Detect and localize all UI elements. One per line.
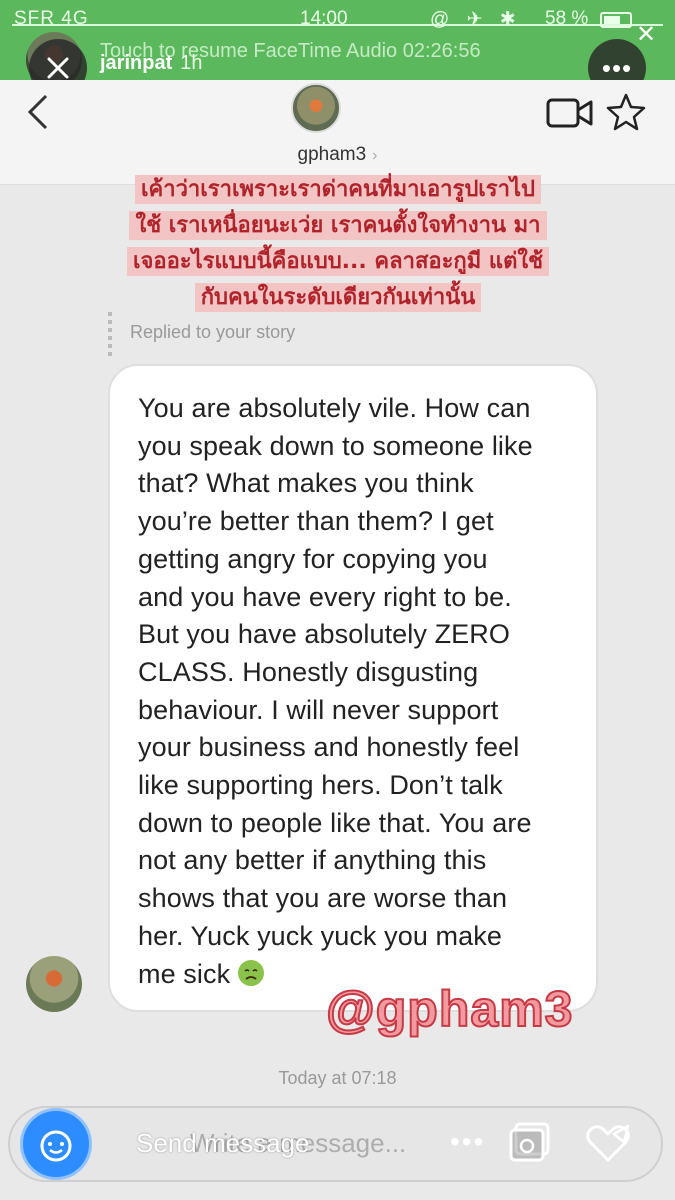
gallery-icon[interactable] [508,1122,552,1162]
caption-line: เค้าว่าเราเพราะเราด่าคนที่มาเอารูปเราไป [134,175,542,204]
thread-header: gpham3 › [0,80,675,185]
message-line: getting angry for copying you [138,543,488,574]
heart-icon[interactable] [584,1122,632,1164]
facetime-status-bar[interactable]: SFR 4G 14:00 @ ✈ ✱ 58 % Touch to resume … [0,0,675,88]
camera-button[interactable] [20,1108,92,1180]
message-line: behaviour. I will never support [138,694,499,725]
thread-username[interactable]: gpham3 [298,144,367,165]
thread-avatar[interactable] [291,83,341,133]
caption-line: เจออะไรแบบนี้คือแบบ... คลาสอะกูมี แต่ใช้ [126,247,550,276]
message-line: shows that you are worse than [138,883,508,914]
chevron-right-icon: › [372,147,378,164]
story-username[interactable]: jarinpat [100,52,172,74]
message-line: down to people like that. You are [138,807,532,838]
sender-avatar[interactable] [26,956,82,1012]
more-dots-icon[interactable]: ••• [450,1126,485,1158]
message-line: that? What makes you think [138,468,474,499]
reply-indicator [108,312,112,356]
status-icons: @ ✈ ✱ [430,9,522,30]
small-close-icon[interactable]: ✕ [636,20,656,49]
replied-label: Replied to your story [130,322,296,342]
message-text: You are absolutely vile. How can you spe… [138,390,570,993]
story-header[interactable]: jarinpat 1h [100,52,203,75]
close-icon [47,57,69,79]
camera-icon [40,1130,72,1162]
message-line: me sick [138,958,231,989]
message-line: But you have absolutely ZERO [138,619,510,650]
message-line: and you have every right to be. [138,581,512,612]
caption-line: ใช้ เราเหนื่อยนะเว่ย เราคนตั้งใจทำงาน มา [129,211,547,240]
clock: 14:00 [300,8,348,29]
message-line: not any better if anything this [138,845,487,876]
nauseated-face-icon [237,959,264,986]
battery-percent: 58 % [545,8,589,29]
message-line: your business and honestly feel [138,732,520,763]
message-line: you speak down to someone like [138,430,533,461]
strike-line [12,24,663,26]
nauseated-face-icon [238,961,263,986]
video-call-icon[interactable] [546,96,594,130]
thread-title[interactable]: gpham3 › [0,144,675,166]
back-arrow-icon[interactable] [24,94,52,130]
message-bubble[interactable]: You are absolutely vile. How can you spe… [108,364,598,1012]
system-status-row: SFR 4G 14:00 @ ✈ ✱ 58 % [0,6,675,32]
message-line: her. Yuck yuck yuck you make [138,920,502,951]
star-icon[interactable] [606,92,646,132]
more-icon: ••• [601,52,633,83]
caption-line: กับคนในระดับเดียวกันเท่านั้น [194,283,482,312]
send-message-input[interactable]: Send message [136,1128,309,1159]
message-timestamp: Today at 07:18 [278,1068,397,1088]
watermark-handle: @gpham3 [325,980,574,1038]
message-line: You are absolutely vile. How can [138,393,531,423]
story-age: 1h [180,52,203,74]
message-line: like supporting hers. Don’t talk [138,770,503,801]
message-line: CLASS. Honestly disgusting [138,656,479,687]
carrier-label: SFR 4G [14,8,89,29]
story-caption: เค้าว่าเราเพราะเราด่าคนที่มาเอารูปเราไป … [82,172,594,316]
message-line: you’re better than them? I get [138,506,494,537]
